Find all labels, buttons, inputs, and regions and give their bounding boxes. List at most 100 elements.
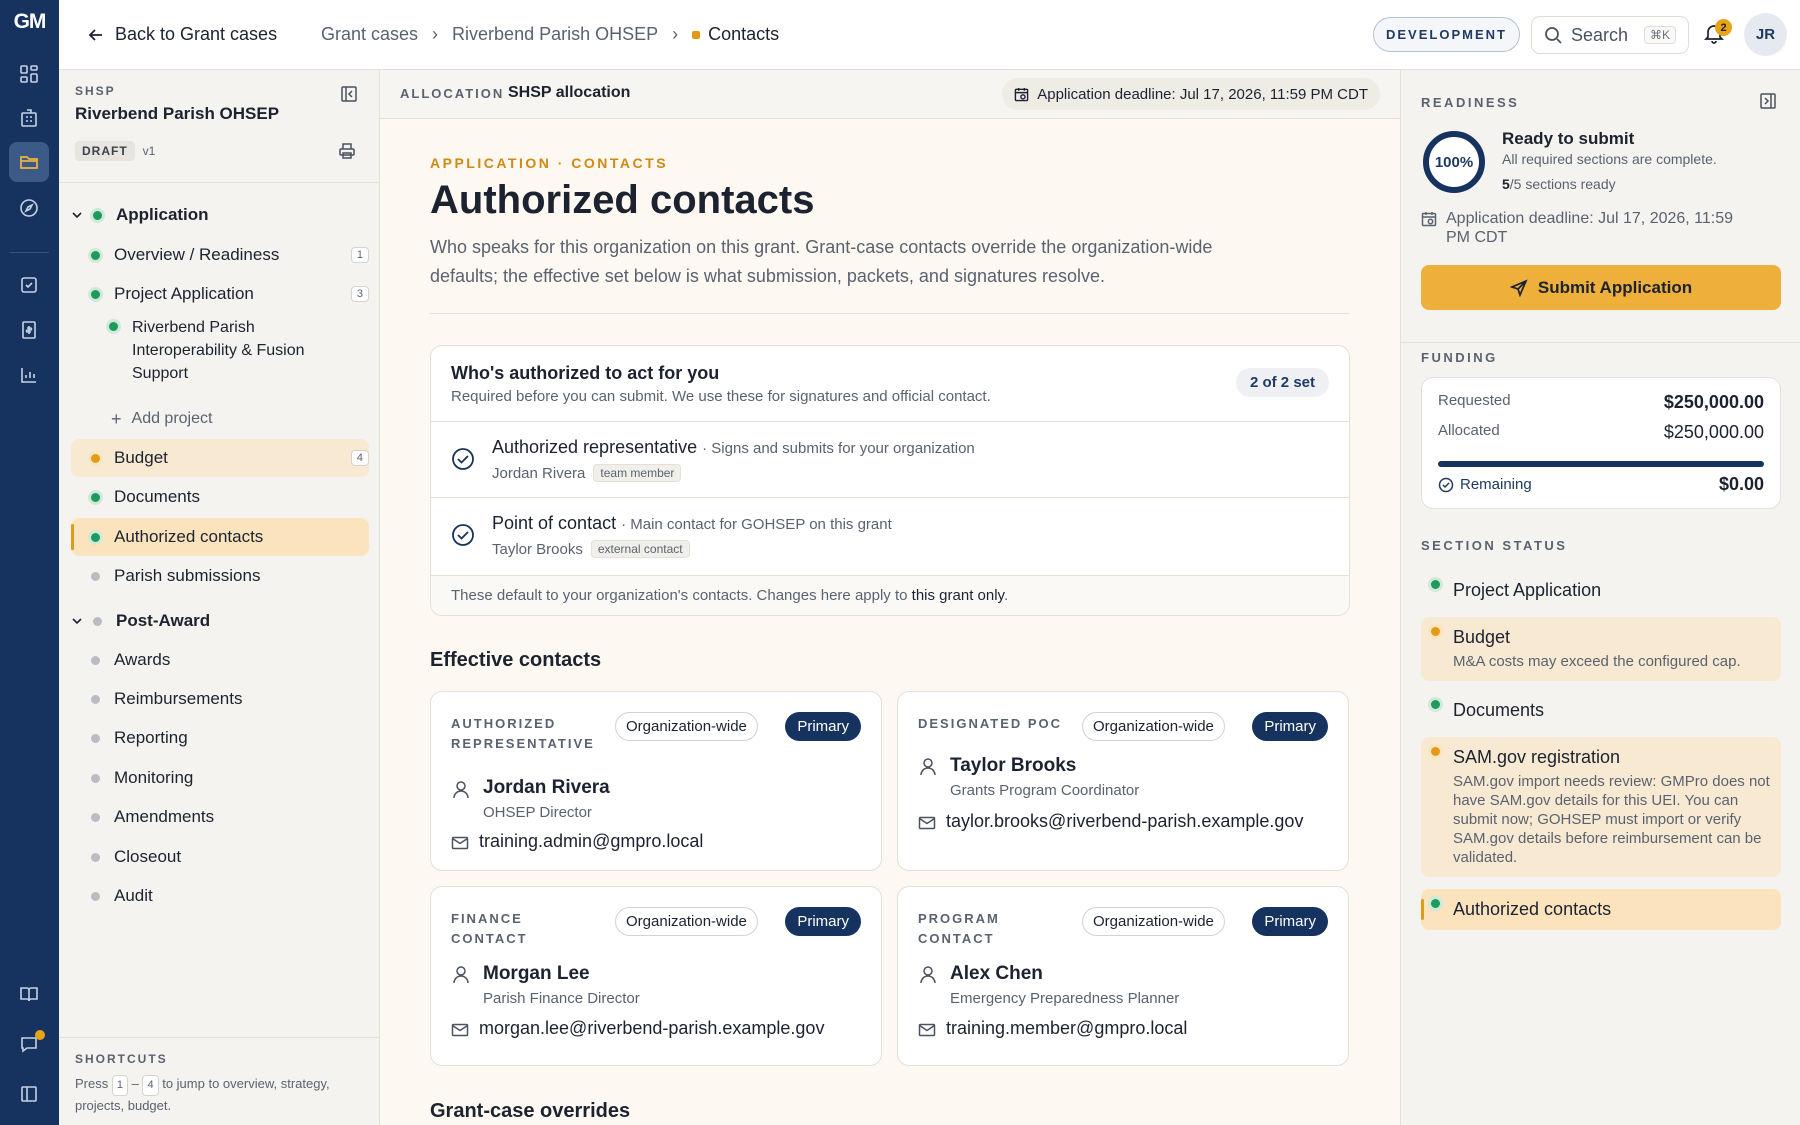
requested-label: Requested [1438, 392, 1511, 409]
notification-count: 2 [1715, 19, 1732, 36]
scope-chip[interactable]: Organization-wide [1082, 907, 1225, 936]
sidebar-item-label: Parish submissions [114, 566, 261, 585]
sidebar-item-reimbursements[interactable]: Reimbursements [71, 680, 369, 718]
contact-card: DESIGNATED POC Organization-wide Primary… [897, 691, 1349, 871]
contact-email[interactable]: taylor.brooks@riverbend-parish.example.g… [946, 811, 1303, 832]
status-dot [91, 891, 100, 901]
book-icon[interactable] [9, 974, 49, 1014]
sidebar-item-label: Documents [114, 487, 200, 506]
nav-group-application[interactable]: Application [71, 196, 369, 234]
folder-icon[interactable] [9, 142, 49, 182]
scope-chip[interactable]: Organization-wide [615, 907, 758, 936]
back-link[interactable]: Back to Grant cases [87, 24, 277, 45]
bar-chart-icon[interactable] [9, 355, 49, 395]
sidebar-item-monitoring[interactable]: Monitoring [71, 759, 369, 797]
section-status-documents[interactable]: Documents [1421, 690, 1781, 731]
shortcut-key: 4 [350, 450, 369, 466]
section-status-note: SAM.gov import needs review: GMPro does … [1453, 773, 1770, 866]
status-dot [1431, 700, 1440, 709]
section-status-project-application[interactable]: Project Application [1421, 570, 1781, 611]
section-status-authorized-contacts[interactable]: Authorized contacts [1421, 889, 1781, 930]
shortcut-key: 1 [111, 1075, 128, 1096]
footer-text: These default to your organization's con… [451, 587, 908, 604]
checklist-icon[interactable] [9, 265, 49, 305]
sidebar-item-label: Project Application [114, 284, 254, 303]
contact-role: AUTHORIZED REPRESENTATIVE [451, 716, 595, 751]
scope-chip[interactable]: Organization-wide [1082, 712, 1225, 741]
contact-role-desc: · Signs and submits for your organizatio… [702, 440, 975, 457]
overrides-heading: Grant-case overrides [430, 1100, 631, 1122]
sidebar-item-amendments[interactable]: Amendments [71, 798, 369, 836]
sidebar-item-label: Reimbursements [114, 689, 243, 708]
sidebar-item-awards[interactable]: Awards [71, 641, 369, 679]
collapse-sidebar-icon[interactable] [341, 86, 357, 102]
submit-application-button[interactable]: Submit Application [1421, 265, 1781, 310]
sidebar-item-audit[interactable]: Audit [71, 877, 369, 915]
collapse-rail-icon[interactable] [9, 1074, 49, 1114]
add-project-button[interactable]: + Add project [71, 400, 369, 438]
remaining-row: Remaining $0.00 [1438, 474, 1764, 495]
scope-chip[interactable]: Organization-wide [615, 712, 758, 741]
nav-group-post-award[interactable]: Post-Award [71, 602, 369, 640]
app-rail: GM [0, 0, 59, 1125]
sidebar-item-documents[interactable]: Documents [71, 478, 369, 516]
sidebar-item-label: Reporting [114, 728, 188, 747]
readiness-percent: 100% [1434, 153, 1474, 171]
print-icon[interactable] [338, 142, 356, 160]
invoice-icon[interactable] [9, 310, 49, 350]
authorized-row[interactable]: Point of contact · Main contact for GOHS… [431, 497, 1349, 573]
contact-role-label: Authorized representative [492, 437, 698, 457]
authorized-row[interactable]: Authorized representative · Signs and su… [431, 421, 1349, 497]
check-circle-icon [452, 448, 474, 470]
panel-divider [1401, 342, 1800, 343]
contact-email[interactable]: training.member@gmpro.local [946, 1018, 1187, 1039]
sidebar-item-parish-submissions[interactable]: Parish submissions [71, 557, 369, 595]
building-icon[interactable] [9, 98, 49, 138]
sidebar-item-closeout[interactable]: Closeout [71, 838, 369, 876]
contact-role: Point of contact · Main contact for GOHS… [492, 513, 892, 534]
contact-email[interactable]: morgan.lee@riverbend-parish.example.gov [479, 1018, 824, 1039]
version-label: v1 [142, 144, 156, 158]
remaining-value: $0.00 [1718, 474, 1764, 494]
mail-icon [451, 836, 469, 850]
main-content: ALLOCATION SHSP allocation Application d… [380, 70, 1400, 1125]
contact-card: PROGRAM CONTACT Organization-wide Primar… [897, 886, 1349, 1066]
shortcuts-title: SHORTCUTS [75, 1052, 168, 1066]
user-icon [920, 758, 936, 776]
status-dot [93, 616, 102, 626]
primary-badge: Primary [1252, 712, 1328, 741]
breadcrumb-grant-cases[interactable]: Grant cases [321, 24, 418, 45]
page-title: Authorized contacts [430, 178, 815, 222]
notifications-button[interactable]: 2 [1703, 19, 1732, 46]
sidebar-item-budget[interactable]: Budget 4 [71, 439, 369, 477]
section-status-sam[interactable]: SAM.gov registration SAM.gov import need… [1421, 737, 1781, 877]
sidebar-item-label: Awards [114, 650, 171, 669]
sidebar-item-reporting[interactable]: Reporting [71, 719, 369, 757]
chat-badge [35, 1030, 45, 1040]
sidebar-item-label: Budget [114, 448, 168, 467]
app-logo[interactable]: GM [0, 0, 59, 43]
section-status-title: Authorized contacts [1453, 899, 1612, 919]
contact-email[interactable]: training.admin@gmpro.local [479, 831, 703, 852]
collapse-panel-icon[interactable] [1760, 93, 1776, 109]
sidebar-item-overview[interactable]: Overview / Readiness 1 [71, 236, 369, 274]
chevron-right-icon: › [672, 24, 679, 44]
panel-deadline-text: Application deadline: Jul 17, 2026, 11:5… [1446, 210, 1734, 246]
sidebar-item-label: Authorized contacts [114, 527, 264, 546]
sidebar-item-authorized-contacts[interactable]: Authorized contacts [71, 518, 369, 556]
add-project-label: Add project [131, 410, 213, 427]
sidebar-item-project[interactable]: Riverbend Parish Interoperability & Fusi… [71, 316, 369, 388]
compass-icon[interactable] [9, 188, 49, 228]
chat-icon[interactable] [9, 1024, 49, 1064]
footer-end: . [1003, 587, 1009, 604]
avatar[interactable]: JR [1744, 13, 1787, 56]
sidebar-item-project-application[interactable]: Project Application 3 [71, 275, 369, 313]
search-button[interactable]: Search ⌘K [1531, 16, 1689, 54]
status-dot [91, 773, 100, 783]
dashboard-icon[interactable] [9, 54, 49, 94]
breadcrumb-org[interactable]: Riverbend Parish OHSEP [452, 24, 658, 45]
deadline-pill: Application deadline: Jul 17, 2026, 11:5… [1002, 78, 1380, 110]
status-dot [91, 694, 100, 704]
check-circle-icon [1438, 477, 1454, 492]
section-status-budget[interactable]: Budget M&A costs may exceed the configur… [1421, 617, 1781, 681]
